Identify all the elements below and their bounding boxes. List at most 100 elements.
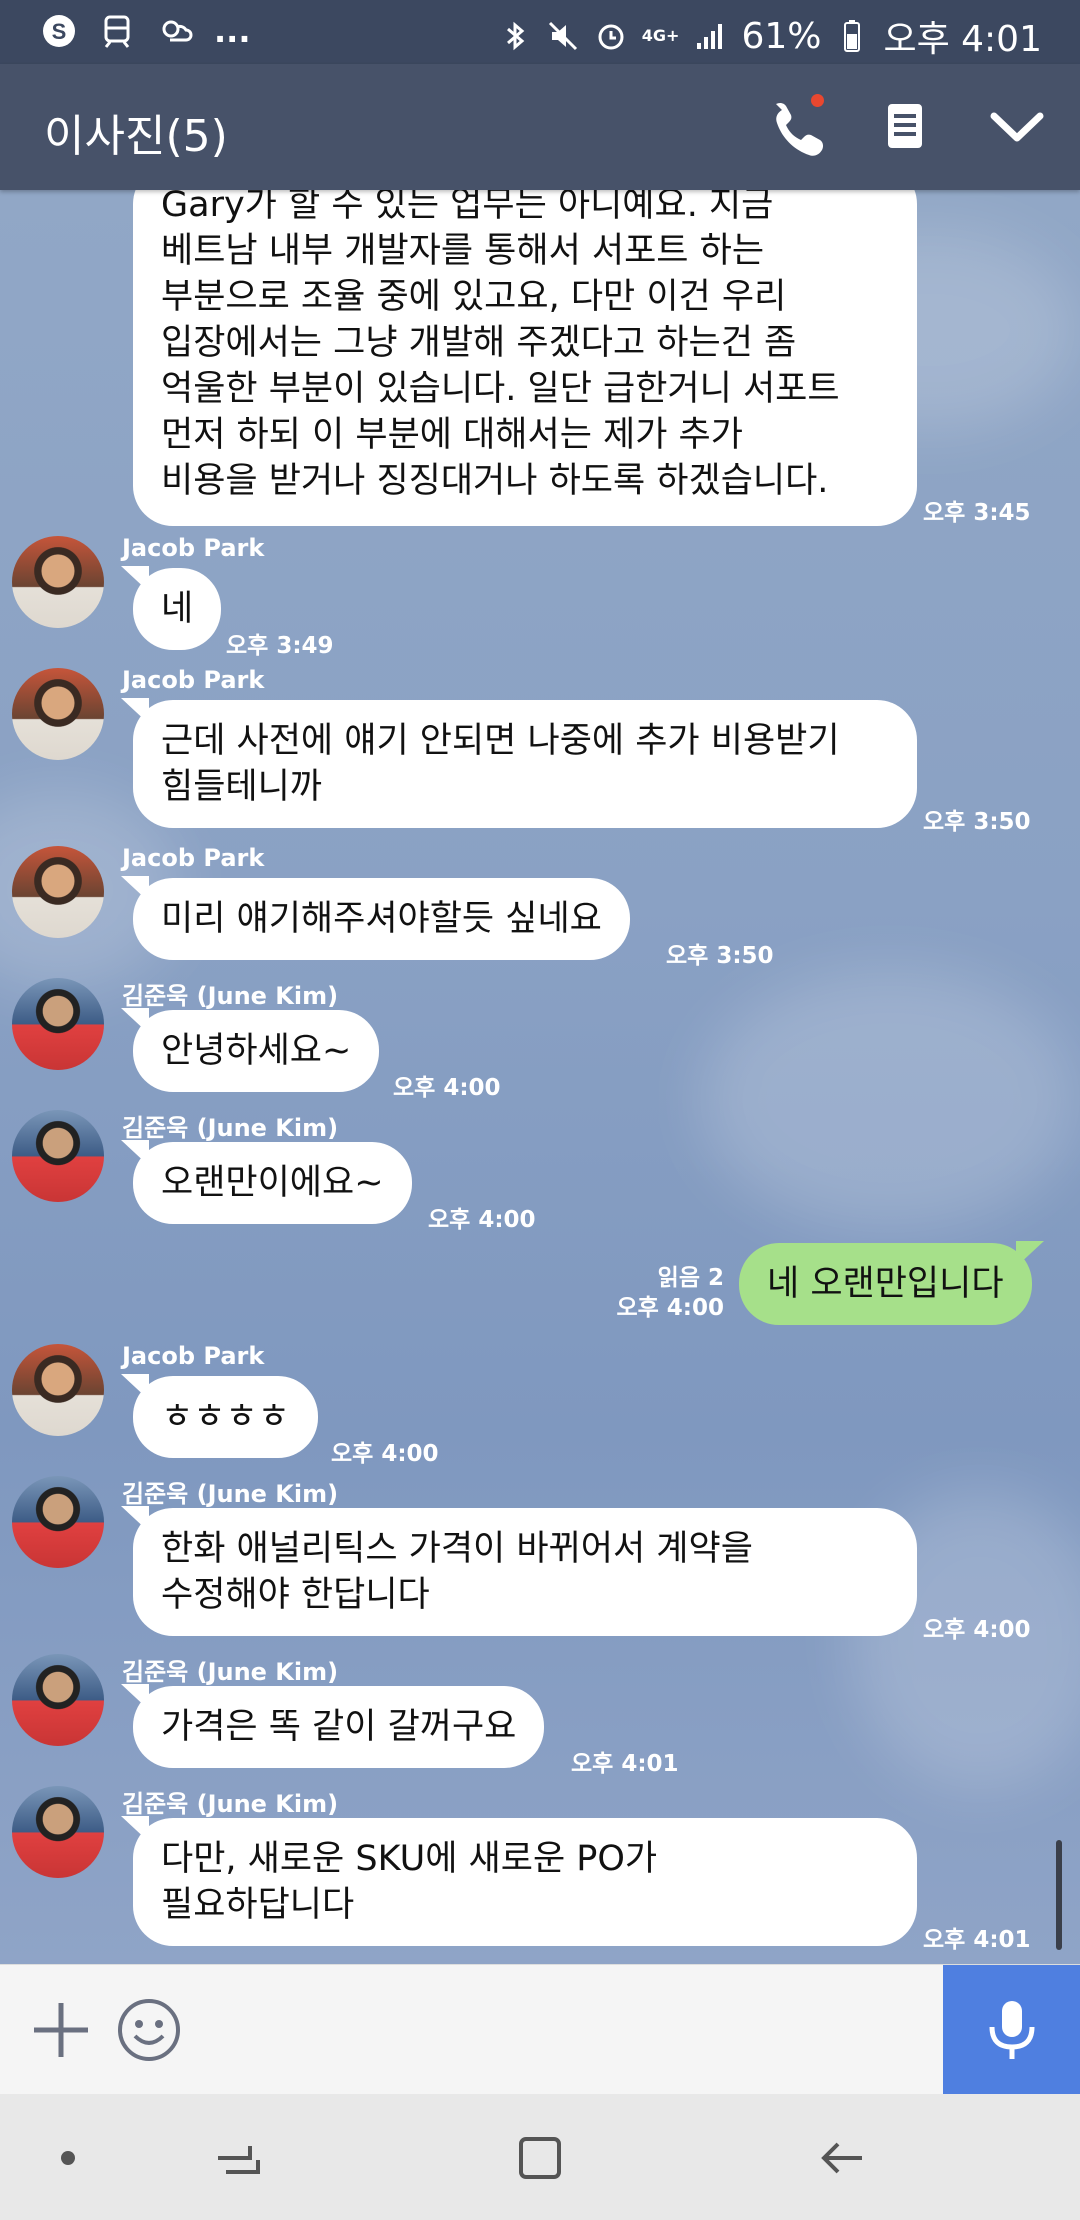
message-bubble[interactable]: 오랜만이에요~: [121, 1140, 412, 1224]
sender-name: 김준욱 (June Kim): [122, 1114, 339, 1142]
message-bubble[interactable]: Gary가 할 수 있는 업무는 아니예요. 지금 베트남 내부 개발자를 통해…: [133, 190, 917, 526]
message-input[interactable]: [200, 1990, 920, 2070]
home-icon: [519, 2137, 561, 2179]
nav-dot-button[interactable]: [38, 2128, 98, 2188]
message-time: 오후 3:45: [923, 500, 1031, 526]
mute-icon: [548, 21, 577, 51]
chat-area[interactable]: Gary가 할 수 있는 업무는 아니예요. 지금 베트남 내부 개발자를 통해…: [0, 190, 1080, 1964]
avatar[interactable]: [12, 1654, 104, 1746]
message-text: 오랜만이에요~: [161, 1163, 384, 1203]
message-text: 베트남 내부 개발자를 통해서 서포트 하는: [161, 231, 765, 271]
input-bar: [0, 1964, 1080, 2095]
signal-icon: [697, 24, 723, 49]
status-bar: S ... 4G+ 61% 오후 4:01: [0, 0, 1080, 64]
more-notifications: ...: [214, 12, 251, 50]
message-time: 오후 4:00: [616, 1295, 724, 1321]
message-text: 힘들테니까: [161, 767, 323, 807]
notes-button[interactable]: [872, 94, 938, 160]
message-time: 오후 4:01: [571, 1751, 679, 1777]
message-time: 오후 3:50: [666, 943, 774, 969]
message-time: 오후 4:00: [923, 1617, 1031, 1643]
sender-name: Jacob Park: [122, 844, 265, 872]
recent-apps-button[interactable]: [208, 2128, 268, 2188]
svg-text:S: S: [52, 19, 67, 44]
skype-icon: S: [43, 15, 75, 47]
message-text: 입장에서는 그냥 개발해 주겠다고 하는건 좀: [161, 323, 797, 363]
notes-icon: [888, 104, 922, 148]
avatar[interactable]: [12, 846, 104, 938]
message-text: 가격은 똑 같이 갈꺼구요: [161, 1707, 517, 1747]
message-bubble[interactable]: ㅎㅎㅎㅎ: [121, 1374, 318, 1458]
message-bubble[interactable]: 가격은 똑 같이 갈꺼구요: [121, 1684, 545, 1768]
message-bubble[interactable]: 다만, 새로운 SKU에 새로운 PO가 필요하답니다: [121, 1816, 917, 1946]
voice-button[interactable]: [943, 1965, 1080, 2095]
message-text: Gary가 할 수 있는 업무는 아니예요. 지금: [161, 190, 774, 225]
my-message-bubble[interactable]: 네 오랜만입니다: [739, 1241, 1044, 1325]
message-text: 다만, 새로운 SKU에 새로운 PO가: [161, 1839, 658, 1879]
avatar[interactable]: [12, 978, 104, 1070]
chevron-down-icon: [990, 112, 1044, 142]
chat-header: 이사진(5): [0, 64, 1080, 190]
attach-button[interactable]: [28, 1997, 94, 2063]
message-text: 네 오랜만입니다: [767, 1264, 1004, 1304]
message-text: 억울한 부분이 있습니다. 일단 급한거니 서포트: [161, 369, 840, 409]
recent-apps-icon: [218, 2146, 260, 2174]
plus-icon: [34, 2003, 88, 2057]
collapse-button[interactable]: [984, 94, 1050, 160]
message-time: 오후 4:00: [393, 1075, 501, 1101]
clock: 오후 4:01: [883, 19, 1042, 60]
message-text: 비용을 받거나 징징대거나 하도록 하겠습니다.: [161, 461, 829, 501]
bluetooth-icon: [506, 21, 525, 51]
avatar[interactable]: [12, 1476, 104, 1568]
message-text: 먼저 하되 이 부분에 대해서는 제가 추가: [161, 415, 743, 455]
battery-percent: 61%: [741, 15, 822, 57]
avatar[interactable]: [12, 668, 104, 760]
back-icon: [821, 2142, 862, 2174]
scrollbar[interactable]: [1056, 1840, 1062, 1950]
avatar[interactable]: [12, 1344, 104, 1436]
message-time: 오후 4:00: [331, 1441, 439, 1467]
sender-name: 김준욱 (June Kim): [122, 1480, 339, 1508]
dot-icon: [61, 2151, 75, 2165]
notification-dot: [811, 94, 824, 107]
message-text: 네: [161, 589, 194, 629]
message-text: 수정해야 한답니다: [161, 1575, 430, 1615]
weather-icon: [162, 20, 193, 42]
battery-icon: [844, 20, 861, 52]
sender-name: 김준욱 (June Kim): [122, 1790, 339, 1818]
message-bubble[interactable]: 한화 애널리틱스 가격이 바뀌어서 계약을 수정해야 한답니다: [121, 1506, 917, 1636]
message-bubble[interactable]: 미리 얘기해주셔야할듯 싶네요: [121, 876, 630, 960]
message-text: 근데 사전에 얘기 안되면 나중에 추가 비용받기: [161, 721, 840, 761]
message-time: 오후 3:49: [226, 633, 334, 659]
message-text: 한화 애널리틱스 가격이 바뀌어서 계약을: [161, 1529, 753, 1569]
avatar[interactable]: [12, 536, 104, 628]
avatar[interactable]: [12, 1786, 104, 1878]
avatar[interactable]: [12, 1110, 104, 1202]
emoji-button[interactable]: [116, 1997, 182, 2063]
emoji-icon: [118, 1999, 180, 2061]
sender-name: 김준욱 (June Kim): [122, 1658, 339, 1686]
navigation-bar: [0, 2094, 1080, 2220]
message-text: 부분으로 조율 중에 있고요, 다만 이건 우리: [161, 277, 787, 317]
alarm-icon: [598, 24, 624, 50]
back-button[interactable]: [812, 2128, 872, 2188]
message-bubble[interactable]: 근데 사전에 얘기 안되면 나중에 추가 비용받기 힘들테니까: [121, 698, 917, 828]
home-button[interactable]: [510, 2128, 570, 2188]
sender-name: 김준욱 (June Kim): [122, 982, 339, 1010]
sender-name: Jacob Park: [122, 666, 265, 694]
message-time: 오후 3:50: [923, 809, 1031, 835]
message-text: 미리 얘기해주셔야할듯 싶네요: [161, 899, 602, 939]
message-bubble[interactable]: 안녕하세요~: [121, 1008, 380, 1092]
message-time: 오후 4:00: [428, 1207, 536, 1233]
message-time: 오후 4:01: [923, 1927, 1031, 1953]
sender-name: Jacob Park: [122, 1342, 265, 1370]
network-type: 4G+: [641, 26, 680, 45]
message-bubble[interactable]: 네: [121, 566, 222, 650]
message-text: 필요하답니다: [161, 1885, 355, 1925]
call-button[interactable]: [762, 94, 828, 160]
train-icon: [104, 15, 130, 48]
mic-icon: [989, 2001, 1035, 2059]
message-text: ㅎㅎㅎㅎ: [161, 1397, 290, 1437]
read-count: 읽음 2: [657, 1265, 724, 1291]
chat-title: 이사진(5): [44, 111, 228, 162]
